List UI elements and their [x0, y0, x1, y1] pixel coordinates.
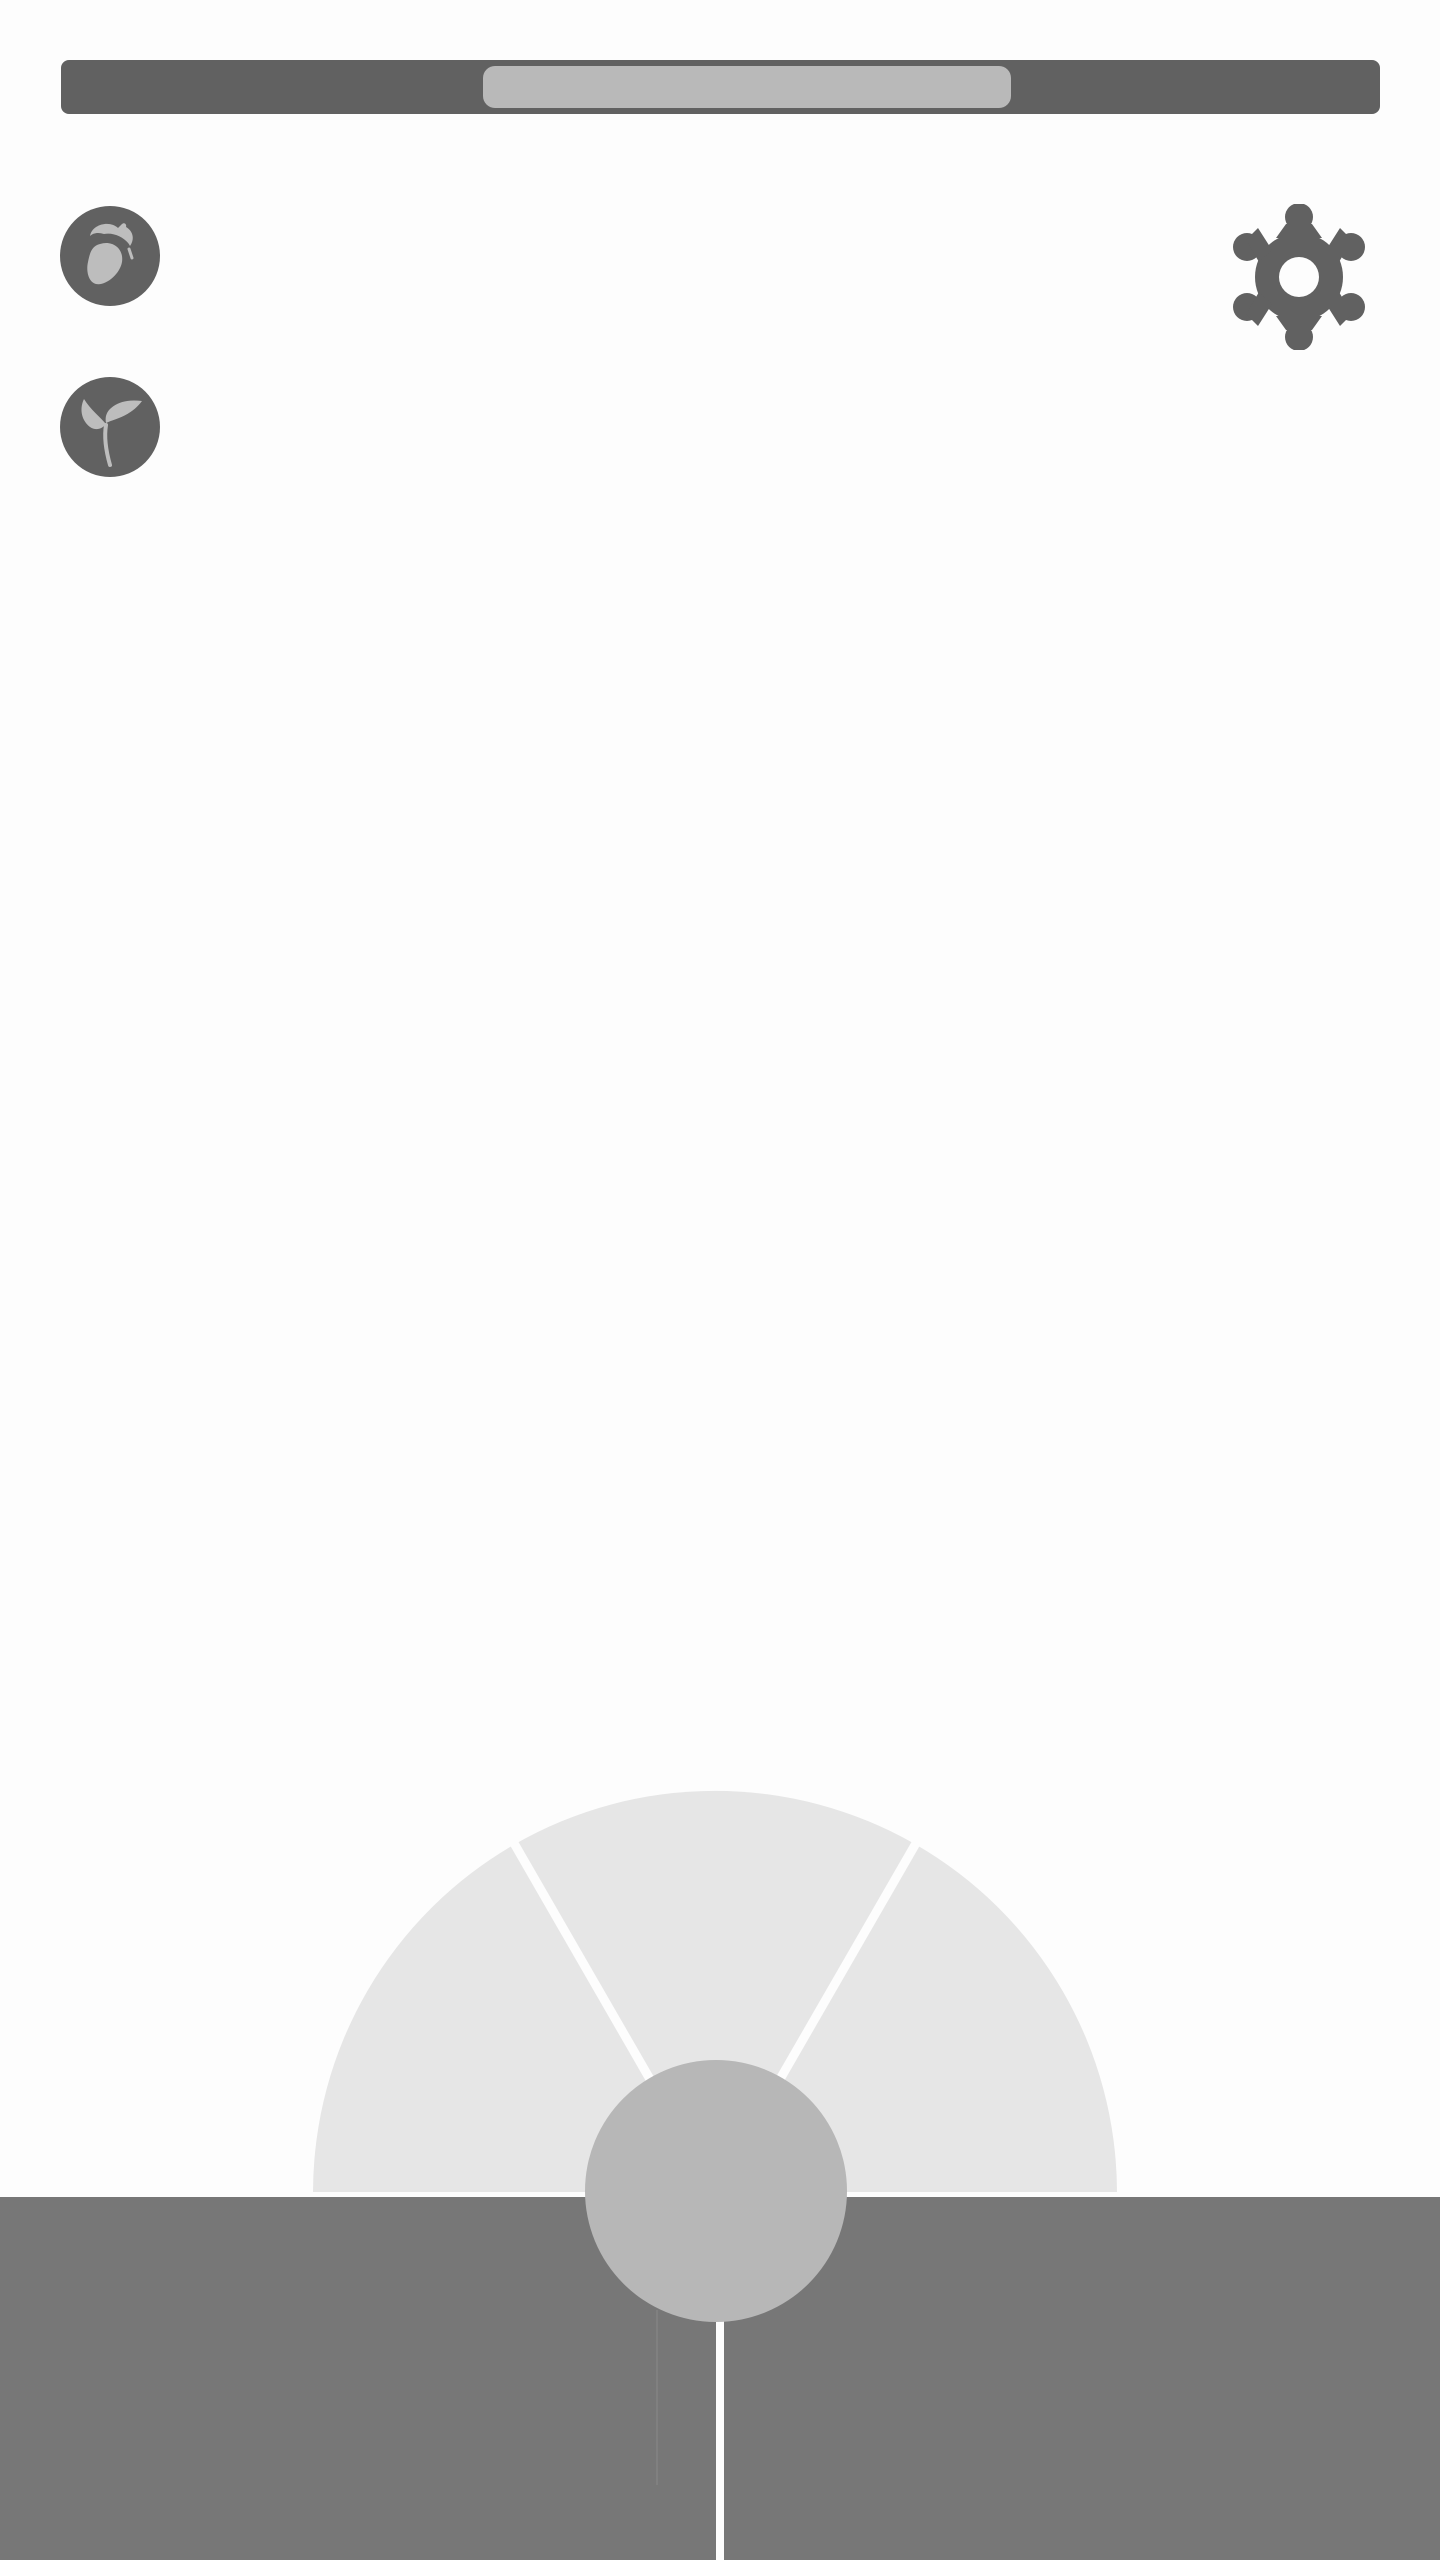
- acorn-button[interactable]: [60, 206, 160, 306]
- ground-crack: [656, 2310, 658, 2485]
- sprout-icon: [81, 399, 142, 467]
- progress-bar-fill: [483, 66, 1011, 108]
- joystick-knob[interactable]: [585, 2060, 847, 2322]
- sprout-button[interactable]: [60, 377, 160, 477]
- game-screen: [0, 0, 1440, 2560]
- acorn-icon: [87, 223, 134, 285]
- settings-button[interactable]: [1226, 203, 1372, 351]
- gear-icon: [1233, 203, 1365, 351]
